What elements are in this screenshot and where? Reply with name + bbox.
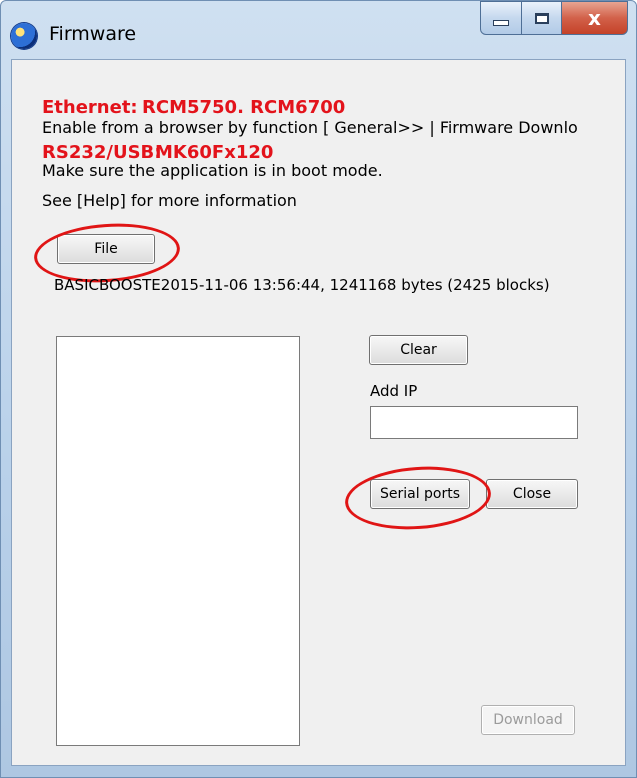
ethernet-label: Ethernet: [42,97,138,118]
ethernet-instruction: Enable from a browser by function [ Gene… [42,118,578,137]
window-controls: x [480,1,628,35]
file-status: BASICBOOSTE2015-11-06 13:56:44, 1241168 … [54,276,550,294]
close-window-button[interactable]: x [562,1,628,35]
firmware-window: Firmware x Ethernet: RCM5750. RCM6700 En… [0,0,637,778]
serial-models: MK60Fx120 [155,142,274,163]
file-button[interactable]: File [57,234,155,264]
dialog-client-area: Ethernet: RCM5750. RCM6700 Enable from a… [11,59,626,766]
boot-mode-note: Make sure the application is in boot mod… [42,161,383,180]
ethernet-models: RCM5750. RCM6700 [142,97,346,118]
serial-label: RS232/USB: [42,142,162,163]
device-list[interactable] [56,336,300,746]
minimize-button[interactable] [480,1,522,35]
maximize-button[interactable] [522,1,562,35]
add-ip-label: Add IP [370,382,418,400]
add-ip-input[interactable] [370,406,578,439]
close-button[interactable]: Close [486,479,578,509]
download-button: Download [481,705,575,735]
serial-ports-button[interactable]: Serial ports [370,479,470,509]
help-note: See [Help] for more information [42,191,297,210]
clear-button[interactable]: Clear [369,335,468,365]
window-title: Firmware [49,23,137,45]
maximize-icon [534,12,549,24]
title-bar[interactable]: Firmware x [1,1,636,59]
globe-icon [11,23,37,49]
minimize-icon [493,20,509,26]
close-icon: x [588,6,601,30]
